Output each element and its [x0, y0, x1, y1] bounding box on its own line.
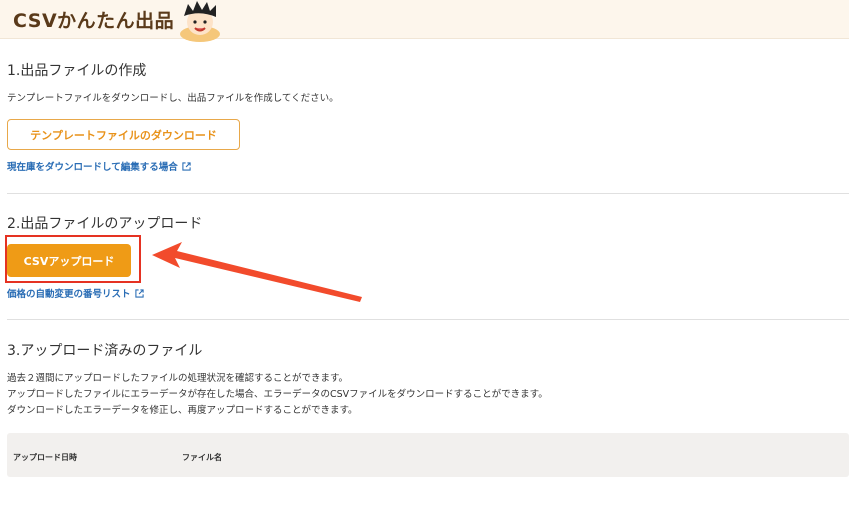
column-header-file-name[interactable]: ファイル名 — [182, 452, 222, 463]
price-change-list-link-label: 価格の自動変更の番号リスト — [7, 289, 131, 300]
inventory-download-link-label: 現在庫をダウンロードして編集する場合 — [7, 162, 178, 173]
annotation-arrow-icon — [152, 242, 362, 302]
section3-title: 3.アップロード済みのファイル — [7, 343, 203, 359]
inventory-download-link[interactable]: 現在庫をダウンロードして編集する場合 — [7, 159, 191, 173]
external-link-icon — [182, 161, 191, 171]
uploaded-files-table-header: アップロード日時 ファイル名 — [7, 433, 849, 477]
section3-description-line: アップロードしたファイルにエラーデータが存在した場合、エラーデータのCSVファイ… — [7, 389, 548, 400]
section1-description: テンプレートファイルをダウンロードし、出品ファイルを作成してください。 — [7, 93, 339, 104]
csv-upload-button[interactable]: CSVアップロード — [7, 244, 131, 277]
mascot-icon — [180, 1, 220, 42]
page-title: CSVかんたん出品 — [13, 10, 175, 32]
page-header: CSVかんたん出品 — [0, 0, 849, 42]
template-download-button[interactable]: テンプレートファイルのダウンロード — [7, 119, 240, 150]
section3-description-line: ダウンロードしたエラーデータを修正し、再度アップロードすることができます。 — [7, 405, 358, 416]
divider — [7, 193, 849, 194]
section2-title: 2.出品ファイルのアップロード — [7, 216, 203, 232]
divider — [7, 319, 849, 320]
section3-description-line: 過去２週間にアップロードしたファイルの処理状況を確認することができます。 — [7, 373, 349, 384]
section1-title: 1.出品ファイルの作成 — [7, 63, 147, 79]
external-link-icon — [134, 288, 144, 298]
price-change-list-link[interactable]: 価格の自動変更の番号リスト — [7, 286, 144, 300]
column-header-upload-date[interactable]: アップロード日時 — [13, 452, 77, 463]
